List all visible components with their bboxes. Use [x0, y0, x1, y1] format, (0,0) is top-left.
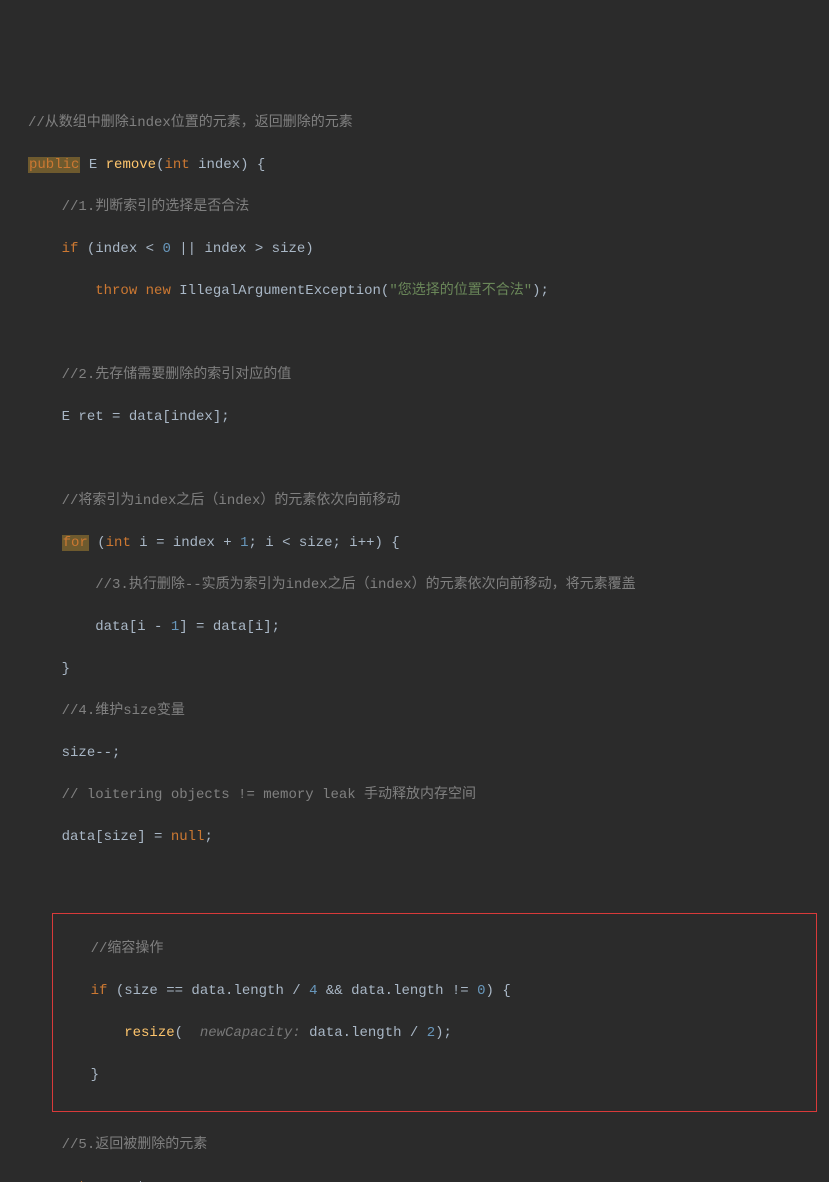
code-text: E ret = data[index]; — [62, 409, 230, 425]
keyword-public: public — [28, 157, 80, 173]
code-text: (index < — [87, 241, 163, 257]
code-text: || index > size) — [171, 241, 314, 257]
method-name: remove — [106, 157, 156, 173]
code-text: data.length / — [309, 1025, 427, 1041]
code-text: && data.length != — [317, 983, 477, 999]
type: E — [89, 157, 97, 173]
number: 0 — [162, 241, 170, 257]
comment: //2.先存储需要删除的索引对应的值 — [62, 367, 292, 383]
code-text: ; — [204, 829, 212, 845]
keyword-if: if — [91, 983, 108, 999]
keyword-for: for — [62, 535, 89, 551]
keyword-return: return — [62, 1179, 112, 1182]
highlighted-block: //缩容操作 if (size == data.length / 4 && da… — [52, 913, 817, 1112]
comment: //5.返回被删除的元素 — [62, 1137, 208, 1153]
code-text: ( — [89, 535, 106, 551]
class-name: IllegalArgumentException — [179, 283, 381, 299]
keyword-if: if — [62, 241, 79, 257]
code-text: size--; — [62, 745, 121, 761]
comment: //4.维护size变量 — [62, 703, 185, 719]
number: 4 — [309, 983, 317, 999]
code-text: i = index + — [131, 535, 240, 551]
keyword-int: int — [106, 535, 131, 551]
keyword-null: null — [171, 829, 205, 845]
method-call: resize — [124, 1025, 174, 1041]
comment: //将索引为index之后（index）的元素依次向前移动 — [62, 493, 401, 509]
code-text: ); — [435, 1025, 452, 1041]
number: 2 — [427, 1025, 435, 1041]
code-text: data[i - — [95, 619, 171, 635]
number: 1 — [171, 619, 179, 635]
param: index — [198, 157, 240, 173]
comment: //从数组中删除index位置的元素，返回删除的元素 — [28, 115, 353, 131]
comment: //缩容操作 — [91, 941, 164, 957]
string-literal: "您选择的位置不合法" — [389, 283, 532, 299]
code-text: ret; — [112, 1179, 154, 1182]
code-text: data[size] = — [62, 829, 171, 845]
keyword-throw: throw — [95, 283, 137, 299]
parameter-hint: newCapacity: — [191, 1025, 309, 1041]
comment: // loitering objects != memory leak 手动释放… — [62, 787, 476, 803]
code-text: (size == data.length / — [107, 983, 309, 999]
code-editor[interactable]: //从数组中删除index位置的元素，返回删除的元素 public E remo… — [0, 92, 829, 1182]
comment: //1.判断索引的选择是否合法 — [62, 199, 250, 215]
code-text: ; i < size; i++) { — [248, 535, 399, 551]
number: 0 — [477, 983, 485, 999]
code-text: ) { — [486, 983, 511, 999]
keyword-int: int — [164, 157, 189, 173]
code-text: ] = data[i]; — [179, 619, 280, 635]
code-text: ( — [175, 1025, 192, 1041]
keyword-new: new — [146, 283, 171, 299]
